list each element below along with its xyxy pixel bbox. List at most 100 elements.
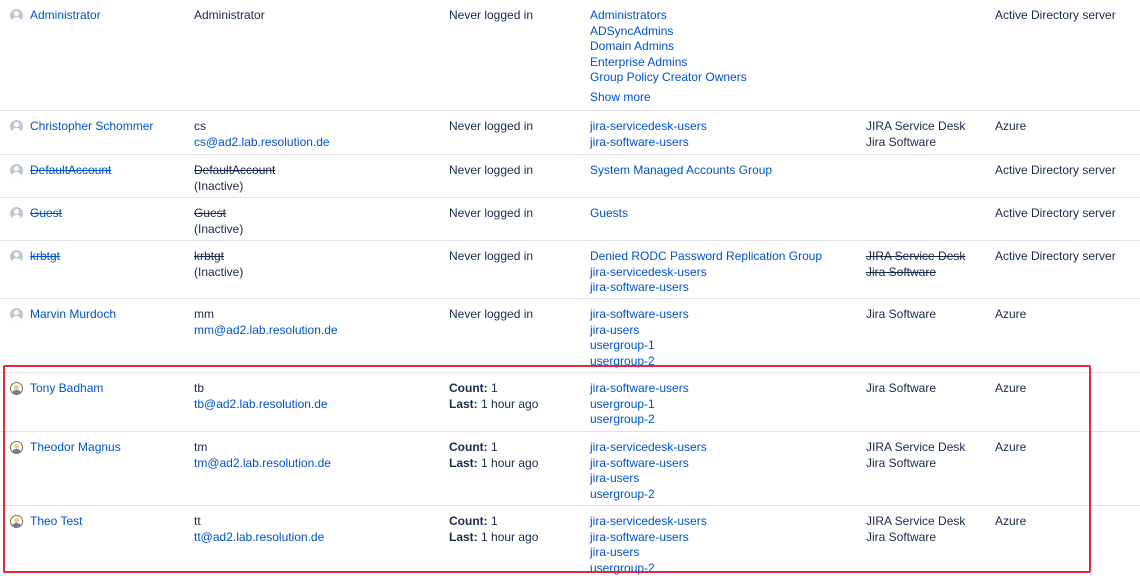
directory-name: Active Directory server (995, 8, 1116, 22)
user-email-link[interactable]: tt@ad2.lab.resolution.de (194, 530, 444, 546)
group-link[interactable]: Administrators (590, 8, 860, 24)
table-row: DefaultAccount DefaultAccount (Inactive) Ne… (0, 154, 1140, 198)
username-cell: Guest (Inactive) (194, 206, 444, 237)
group-link[interactable]: jira-users (590, 471, 860, 487)
user-email-link[interactable]: mm@ad2.lab.resolution.de (194, 323, 444, 339)
user-name-wrap: krbtgt (10, 249, 185, 265)
user-email-link[interactable]: cs@ad2.lab.resolution.de (194, 135, 444, 151)
group-link[interactable]: usergroup-2 (590, 354, 860, 370)
directory-cell: Azure (995, 381, 1135, 397)
table-row: Theo Test tt tt@ad2.lab.resolution.de Count… (0, 505, 1140, 576)
count-label: Count: (449, 381, 488, 395)
group-link[interactable]: Denied RODC Password Replication Group (590, 249, 860, 265)
login-status: Never logged in (449, 206, 534, 220)
username-cell: mm mm@ad2.lab.resolution.de (194, 307, 444, 338)
groups-cell: Administrators ADSyncAdmins Domain Admins E… (590, 8, 860, 106)
application-name: Jira Software (866, 381, 937, 395)
count-label: Count: (449, 514, 488, 528)
user-name-cell: Christopher Schommer (10, 119, 185, 135)
user-name-cell: krbtgt (10, 249, 185, 265)
groups-cell: System Managed Accounts Group (590, 163, 860, 179)
user-name-cell: Theo Test (10, 514, 185, 530)
directory-cell: Azure (995, 307, 1135, 323)
user-name-cell: DefaultAccount (10, 163, 185, 179)
group-link[interactable]: jira-software-users (590, 456, 860, 472)
login-cell: Never logged in (449, 119, 584, 135)
user-name-link[interactable]: Theodor Magnus (30, 440, 121, 456)
group-link[interactable]: jira-servicedesk-users (590, 514, 860, 530)
applications-cell: Jira Software (866, 381, 991, 397)
user-name-link[interactable]: Theo Test (30, 514, 82, 530)
group-link[interactable]: usergroup-2 (590, 412, 860, 428)
user-name-link[interactable]: Christopher Schommer (30, 119, 153, 135)
login-cell: Never logged in (449, 249, 584, 265)
directory-cell: Active Directory server (995, 8, 1135, 24)
group-link[interactable]: jira-servicedesk-users (590, 440, 860, 456)
group-link[interactable]: jira-servicedesk-users (590, 119, 860, 135)
login-status: Never logged in (449, 119, 534, 133)
login-cell: Never logged in (449, 206, 584, 222)
user-name-wrap: Administrator (10, 8, 185, 24)
applications-cell: JIRA Service Desk Jira Software (866, 249, 991, 280)
group-link[interactable]: usergroup-2 (590, 487, 860, 503)
user-name-link[interactable]: krbtgt (30, 249, 60, 265)
group-link[interactable]: jira-users (590, 545, 860, 561)
username: Guest (194, 206, 227, 220)
applications-cell: JIRA Service Desk Jira Software (866, 119, 991, 150)
login-count: Count: 1 (449, 381, 584, 397)
group-link[interactable]: usergroup-1 (590, 338, 860, 354)
login-status: Never logged in (449, 307, 534, 321)
user-name-link[interactable]: Marvin Murdoch (30, 307, 116, 323)
group-link[interactable]: Domain Admins (590, 39, 860, 55)
group-link[interactable]: Enterprise Admins (590, 55, 860, 71)
group-link[interactable]: jira-users (590, 323, 860, 339)
group-link[interactable]: jira-software-users (590, 135, 860, 151)
group-link[interactable]: jira-software-users (590, 530, 860, 546)
group-link[interactable]: jira-software-users (590, 307, 860, 323)
group-link[interactable]: System Managed Accounts Group (590, 163, 860, 179)
group-link[interactable]: jira-software-users (590, 381, 860, 397)
login-cell: Never logged in (449, 163, 584, 179)
group-link[interactable]: usergroup-2 (590, 561, 860, 576)
last-label: Last: (449, 455, 478, 470)
groups-cell: jira-servicedesk-users jira-software-user… (590, 440, 860, 502)
table-row: Theodor Magnus tm tm@ad2.lab.resolution.de… (0, 431, 1140, 506)
group-link[interactable]: jira-software-users (590, 280, 860, 296)
user-name-link[interactable]: Tony Badham (30, 381, 103, 397)
last-label: Last: (449, 396, 478, 411)
user-email-link[interactable]: tm@ad2.lab.resolution.de (194, 456, 444, 472)
login-count: Count: 1 (449, 514, 584, 530)
application-name: Jira Software (866, 455, 937, 470)
username: Administrator (194, 8, 265, 22)
directory-name: Azure (995, 307, 1027, 321)
groups-cell: Denied RODC Password Replication Group ji… (590, 249, 860, 296)
user-name-wrap: Guest (10, 206, 185, 222)
user-name-wrap: Christopher Schommer (10, 119, 185, 135)
group-link[interactable]: usergroup-1 (590, 397, 860, 413)
user-name-link[interactable]: DefaultAccount (30, 163, 111, 179)
directory-cell: Azure (995, 514, 1135, 530)
login-cell: Count: 1 Last: 1 hour ago (449, 440, 584, 471)
group-link[interactable]: ADSyncAdmins (590, 24, 860, 40)
group-link[interactable]: Guests (590, 206, 860, 222)
username: DefaultAccount (194, 163, 276, 177)
show-more-link[interactable]: Show more (590, 90, 860, 106)
table-row: Tony Badham tb tb@ad2.lab.resolution.de Cou… (0, 372, 1140, 432)
last-value: 1 hour ago (481, 455, 539, 470)
count-value: 1 (491, 381, 498, 395)
default-avatar-icon (10, 308, 23, 322)
directory-name: Active Directory server (995, 163, 1116, 177)
user-name-wrap: DefaultAccount (10, 163, 185, 179)
login-cell: Never logged in (449, 307, 584, 323)
table-row: Administrator Administrator Never logged i… (0, 0, 1140, 110)
user-email-link[interactable]: tb@ad2.lab.resolution.de (194, 397, 444, 413)
table-row: krbtgt krbtgt (Inactive) Never logged in Den… (0, 240, 1140, 299)
user-name-cell: Theodor Magnus (10, 440, 185, 456)
group-link[interactable]: Group Policy Creator Owners (590, 70, 860, 86)
directory-cell: Active Directory server (995, 206, 1135, 222)
user-name-link[interactable]: Administrator (30, 8, 101, 24)
default-avatar-icon (10, 250, 23, 264)
user-name-link[interactable]: Guest (30, 206, 62, 222)
username-cell: tt tt@ad2.lab.resolution.de (194, 514, 444, 545)
group-link[interactable]: jira-servicedesk-users (590, 265, 860, 281)
